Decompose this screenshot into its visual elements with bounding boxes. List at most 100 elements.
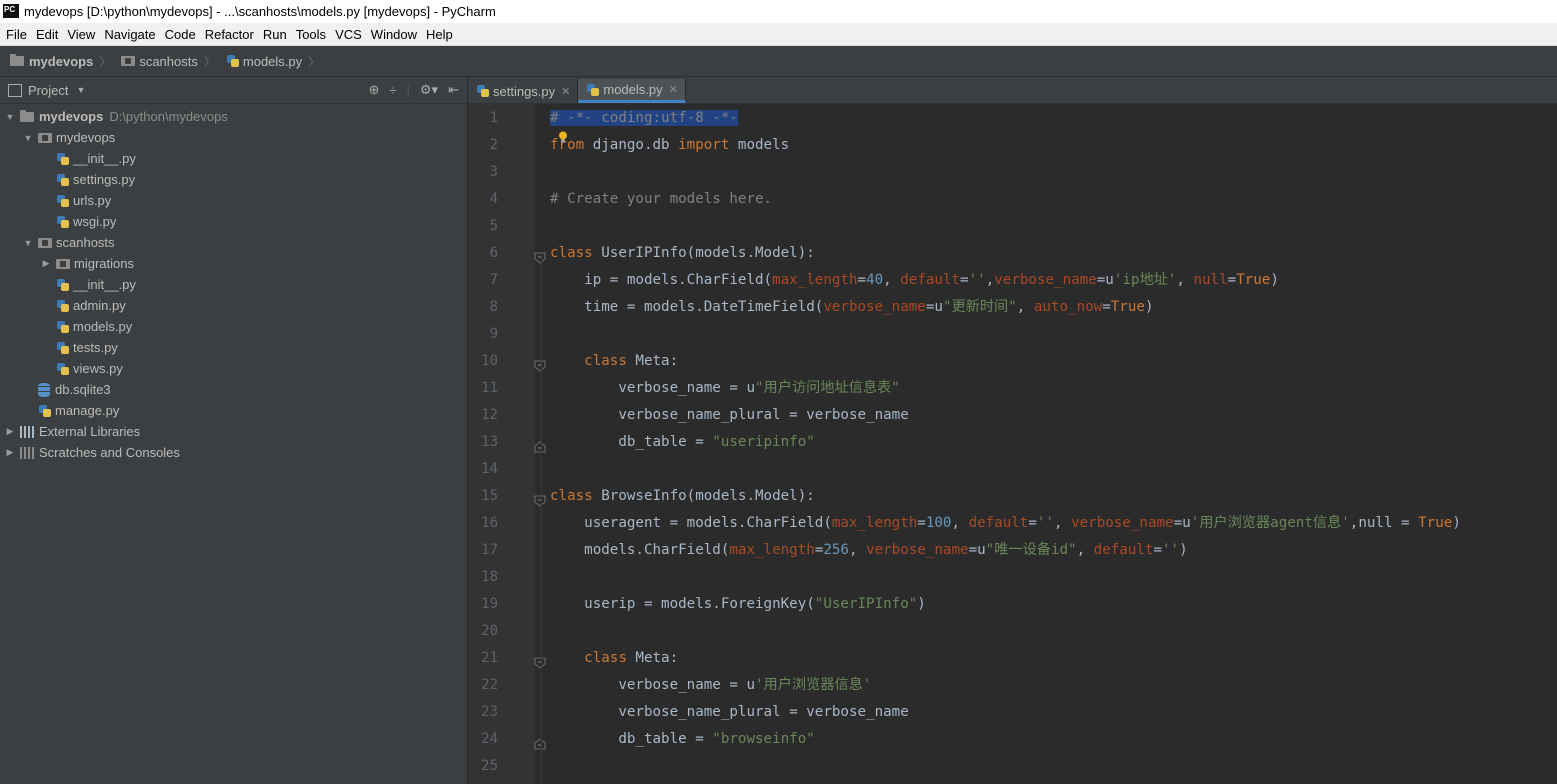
menu-code[interactable]: Code [160, 27, 200, 42]
tab-models[interactable]: models.py ✕ [578, 79, 686, 103]
tree-item[interactable]: ▶ Scratches and Consoles [0, 442, 467, 463]
tree-item[interactable]: db.sqlite3 [0, 379, 467, 400]
code-text: ip = models.CharField(max_length=40, def… [550, 272, 1279, 288]
tree-item[interactable]: __init__.py [0, 274, 467, 295]
tree-item-path: D:\python\mydevops [109, 109, 228, 124]
code-line[interactable]: 19 userip = models.ForeignKey("UserIPInf… [468, 591, 1557, 618]
tree-item[interactable]: wsgi.py [0, 211, 467, 232]
python-file-icon [476, 84, 490, 98]
collapsed-arrow-icon[interactable]: ▶ [4, 426, 16, 437]
breadcrumb-file[interactable]: models.py 〉 [216, 53, 320, 70]
close-icon[interactable]: ✕ [561, 85, 570, 98]
python-file-icon [56, 215, 70, 229]
package-icon [38, 237, 52, 248]
gear-icon[interactable]: ⚙▾ [420, 82, 438, 98]
tree-item[interactable]: urls.py [0, 190, 467, 211]
code-line[interactable]: 13 db_table = "useripinfo" [468, 429, 1557, 456]
code-line[interactable]: 12 verbose_name_plural = verbose_name [468, 402, 1557, 429]
collapsed-arrow-icon[interactable]: ▶ [4, 447, 16, 458]
project-panel: Project ▼ ⊕ ÷ | ⚙▾ ⇤ ▼ mydevops D:\python\… [0, 77, 468, 784]
fold-open-icon[interactable] [534, 490, 546, 507]
fold-open-icon[interactable] [534, 652, 546, 669]
code-text: from django.db import models [550, 137, 790, 153]
project-view-selector[interactable]: Project [28, 83, 68, 98]
dropdown-arrow-icon[interactable]: ▼ [76, 85, 85, 95]
menu-view[interactable]: View [62, 27, 99, 42]
code-line[interactable]: 10 class Meta: [468, 348, 1557, 375]
fold-open-icon[interactable] [534, 355, 546, 372]
collapsed-arrow-icon[interactable]: ▶ [40, 258, 52, 269]
code-line[interactable]: 2 from django.db import models [468, 132, 1557, 159]
menu-window[interactable]: Window [366, 27, 421, 42]
tab-settings[interactable]: settings.py ✕ [468, 79, 579, 103]
line-number: 25 [481, 758, 498, 774]
code-line[interactable]: 3 [468, 159, 1557, 186]
menu-run[interactable]: Run [258, 27, 291, 42]
expanded-arrow-icon[interactable]: ▼ [22, 133, 34, 143]
close-icon[interactable]: ✕ [669, 83, 678, 96]
code-line[interactable]: 17 models.CharField(max_length=256, verb… [468, 537, 1557, 564]
breadcrumb-folder[interactable]: scanhosts 〉 [111, 53, 216, 70]
expanded-arrow-icon[interactable]: ▼ [22, 238, 34, 248]
code-editor[interactable]: 1 # -*- coding:utf-8 -*- 2 from django.db i… [468, 104, 1557, 784]
code-line[interactable]: 8 time = models.DateTimeField(verbose_na… [468, 294, 1557, 321]
code-line[interactable]: 21 class Meta: [468, 645, 1557, 672]
python-file-icon [56, 194, 70, 208]
line-number: 12 [481, 407, 498, 423]
code-line[interactable]: 9 [468, 321, 1557, 348]
menu-vcs[interactable]: VCS [330, 27, 366, 42]
tree-item[interactable]: ▼ mydevops [0, 127, 467, 148]
tree-item[interactable]: admin.py [0, 295, 467, 316]
fold-close-icon[interactable] [534, 733, 546, 750]
tree-item[interactable]: ▶ migrations [0, 253, 467, 274]
tree-item[interactable]: tests.py [0, 337, 467, 358]
menu-file[interactable]: File [0, 27, 31, 42]
lightbulb-icon[interactable] [558, 131, 568, 143]
line-number: 9 [489, 326, 498, 342]
tree-item[interactable]: settings.py [0, 169, 467, 190]
python-file-icon [56, 362, 70, 376]
menu-refactor[interactable]: Refactor [200, 27, 258, 42]
code-line[interactable]: 24 db_table = "browseinfo" [468, 726, 1557, 753]
menu-edit[interactable]: Edit [31, 27, 62, 42]
menu-help[interactable]: Help [421, 27, 457, 42]
collapse-all-icon[interactable]: ÷ [389, 83, 396, 98]
code-line[interactable]: 1 # -*- coding:utf-8 -*- [468, 105, 1557, 132]
scratches-icon [20, 446, 34, 459]
code-line[interactable]: 23 verbose_name_plural = verbose_name [468, 699, 1557, 726]
fold-close-icon[interactable] [534, 436, 546, 453]
tree-item[interactable]: __init__.py [0, 148, 467, 169]
tree-item[interactable]: manage.py [0, 400, 467, 421]
breadcrumb-project[interactable]: mydevops 〉 [0, 53, 111, 70]
editor-tab-bar: settings.py ✕ models.py ✕ [468, 77, 1557, 104]
code-line[interactable]: 15 class BrowseInfo(models.Model): [468, 483, 1557, 510]
expanded-arrow-icon[interactable]: ▼ [4, 112, 16, 122]
code-line[interactable]: 7 ip = models.CharField(max_length=40, d… [468, 267, 1557, 294]
python-file-icon [38, 404, 52, 418]
title-bar: PC mydevops [D:\python\mydevops] - ...\s… [0, 0, 1557, 23]
code-line[interactable]: 20 [468, 618, 1557, 645]
menu-navigate[interactable]: Navigate [99, 27, 159, 42]
code-line[interactable]: 25 [468, 753, 1557, 780]
code-line[interactable]: 6 class UserIPInfo(models.Model): [468, 240, 1557, 267]
folder-icon [20, 109, 34, 122]
fold-open-icon[interactable] [534, 247, 546, 264]
tree-item[interactable]: models.py [0, 316, 467, 337]
python-file-icon [56, 299, 70, 313]
tree-item[interactable]: ▼ mydevops D:\python\mydevops [0, 106, 467, 127]
tab-label: models.py [603, 82, 663, 97]
tree-item[interactable]: ▶ External Libraries [0, 421, 467, 442]
hide-panel-icon[interactable]: ⇤ [448, 82, 459, 98]
code-line[interactable]: 14 [468, 456, 1557, 483]
code-line[interactable]: 18 [468, 564, 1557, 591]
code-line[interactable]: 11 verbose_name = u"用户访问地址信息表" [468, 375, 1557, 402]
code-line[interactable]: 4 # Create your models here. [468, 186, 1557, 213]
code-line[interactable]: 5 [468, 213, 1557, 240]
code-line[interactable]: 16 useragent = models.CharField(max_leng… [468, 510, 1557, 537]
code-line[interactable]: 22 verbose_name = u'用户浏览器信息' [468, 672, 1557, 699]
tree-item[interactable]: ▼ scanhosts [0, 232, 467, 253]
tree-item[interactable]: views.py [0, 358, 467, 379]
line-number: 24 [481, 731, 498, 747]
locate-file-icon[interactable]: ⊕ [368, 82, 379, 98]
menu-tools[interactable]: Tools [291, 27, 330, 42]
